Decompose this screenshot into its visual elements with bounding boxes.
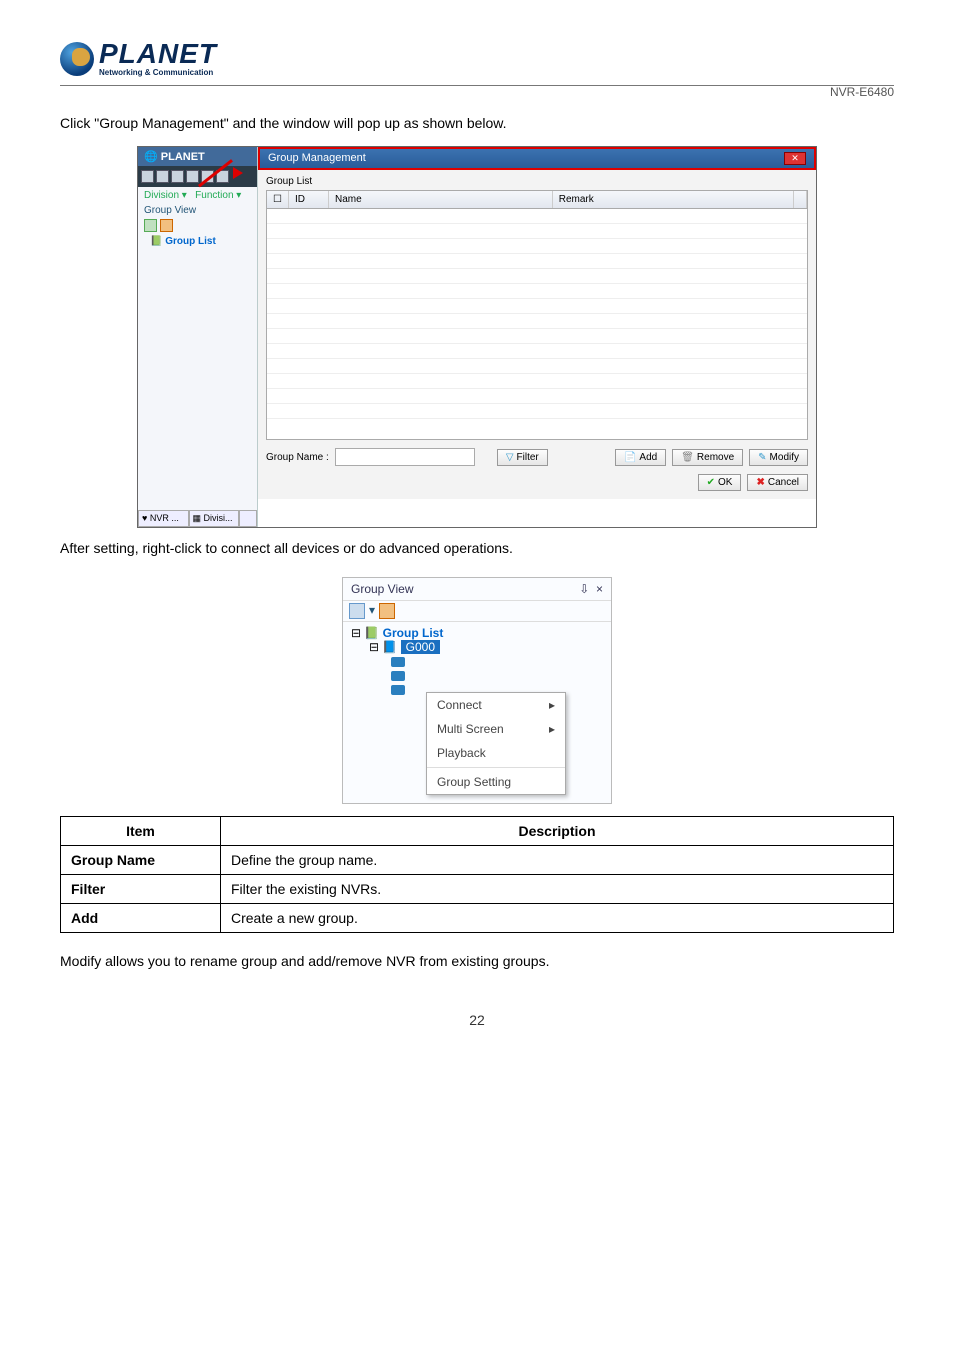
brand-name: PLANET: [99, 40, 217, 68]
ctx-close-icon[interactable]: ×: [596, 582, 603, 596]
menu-playback[interactable]: Playback: [427, 741, 565, 765]
layout-icon[interactable]: [171, 170, 184, 183]
group-management-screenshot: 🌐 PLANET Division ▾ Function ▾ Group Vie…: [137, 146, 817, 528]
group-view-label: Group View: [138, 204, 257, 217]
menu-group-setting[interactable]: Group Setting: [427, 770, 565, 794]
tree-cam[interactable]: [391, 668, 603, 682]
globe-icon: [60, 42, 94, 76]
layout-icon[interactable]: [186, 170, 199, 183]
th-item: Item: [61, 817, 221, 846]
tree-icon[interactable]: [349, 603, 365, 619]
manage-icon[interactable]: [379, 603, 395, 619]
description-table: Item Description Group Name Define the g…: [60, 816, 894, 933]
after-text: After setting, right-click to connect al…: [60, 538, 894, 559]
dialog-title: Group Management: [268, 152, 366, 165]
chevron-right-icon: ▸: [549, 698, 555, 712]
menu-multiscreen[interactable]: Multi Screen▸: [427, 717, 565, 741]
row-groupname-item: Group Name: [61, 846, 221, 875]
sidebar-tabs[interactable]: ♥ NVR ... ▦ Divisi...: [138, 510, 257, 527]
tree-cam[interactable]: [391, 654, 603, 668]
layout-icon[interactable]: [141, 170, 154, 183]
sidebar-group-list[interactable]: 📗 Group List: [138, 234, 257, 249]
menu-row[interactable]: Division ▾ Function ▾: [138, 187, 257, 204]
ok-button[interactable]: ✔OK: [698, 474, 742, 491]
modify-text: Modify allows you to rename group and ad…: [60, 951, 894, 972]
tree-group[interactable]: ⊟ 📘 G000: [369, 640, 603, 654]
brand-tagline: Networking & Communication: [99, 68, 217, 77]
col-end: [794, 191, 807, 208]
row-add-desc: Create a new group.: [221, 904, 894, 933]
tree-root[interactable]: ⊟ 📗 Group List: [351, 626, 603, 640]
manage-icon[interactable]: [160, 219, 173, 232]
cancel-button[interactable]: ✖Cancel: [747, 474, 808, 491]
row-add-item: Add: [61, 904, 221, 933]
remove-button[interactable]: 🗑Remove: [672, 449, 743, 466]
left-brand: 🌐 PLANET: [138, 147, 257, 166]
pin-icon[interactable]: ⇩: [579, 582, 589, 596]
dialog-titlebar: Group Management ✕: [258, 147, 816, 170]
camera-icon: [391, 657, 405, 667]
group-view-icons[interactable]: [138, 217, 257, 234]
group-list-label: Group List: [266, 176, 808, 187]
group-name-label: Group Name :: [266, 452, 329, 463]
group-list-table[interactable]: ☐ ID Name Remark: [266, 190, 808, 440]
col-id[interactable]: ID: [289, 191, 329, 208]
add-button[interactable]: 📄Add: [615, 449, 666, 466]
col-check[interactable]: ☐: [267, 191, 289, 208]
table-rows: [267, 209, 807, 419]
context-screenshot: Group View ⇩ × ▾ ⊟ 📗 Group List ⊟ 📘 G000…: [342, 577, 612, 804]
chevron-right-icon: ▸: [549, 722, 555, 736]
close-icon[interactable]: ✕: [784, 152, 806, 165]
callout-arrowhead: [233, 167, 243, 179]
page-number: 22: [60, 1012, 894, 1028]
col-remark[interactable]: Remark: [553, 191, 794, 208]
row-groupname-desc: Define the group name.: [221, 846, 894, 875]
tab-nvr[interactable]: ♥ NVR ...: [138, 510, 189, 527]
camera-icon: [391, 685, 405, 695]
layout-icon[interactable]: [156, 170, 169, 183]
tab-extra[interactable]: [239, 510, 257, 527]
menu-connect[interactable]: Connect▸: [427, 693, 565, 717]
group-name-input[interactable]: [335, 448, 475, 466]
dropdown-icon[interactable]: ▾: [369, 603, 375, 619]
tab-divisi[interactable]: ▦ Divisi...: [189, 510, 240, 527]
brand-logo: PLANET Networking & Communication: [60, 40, 217, 77]
row-filter-item: Filter: [61, 875, 221, 904]
ctx-title: Group View: [351, 582, 413, 596]
model-code: NVR-E6480: [60, 85, 894, 99]
context-menu[interactable]: Connect▸ Multi Screen▸ Playback Group Se…: [426, 692, 566, 795]
camera-icon: [391, 671, 405, 681]
row-filter-desc: Filter the existing NVRs.: [221, 875, 894, 904]
th-desc: Description: [221, 817, 894, 846]
modify-button[interactable]: ✎Modify: [749, 449, 808, 466]
filter-button[interactable]: ▽Filter: [497, 449, 548, 466]
intro-text: Click "Group Management" and the window …: [60, 113, 894, 134]
col-name[interactable]: Name: [329, 191, 553, 208]
tree-icon[interactable]: [144, 219, 157, 232]
